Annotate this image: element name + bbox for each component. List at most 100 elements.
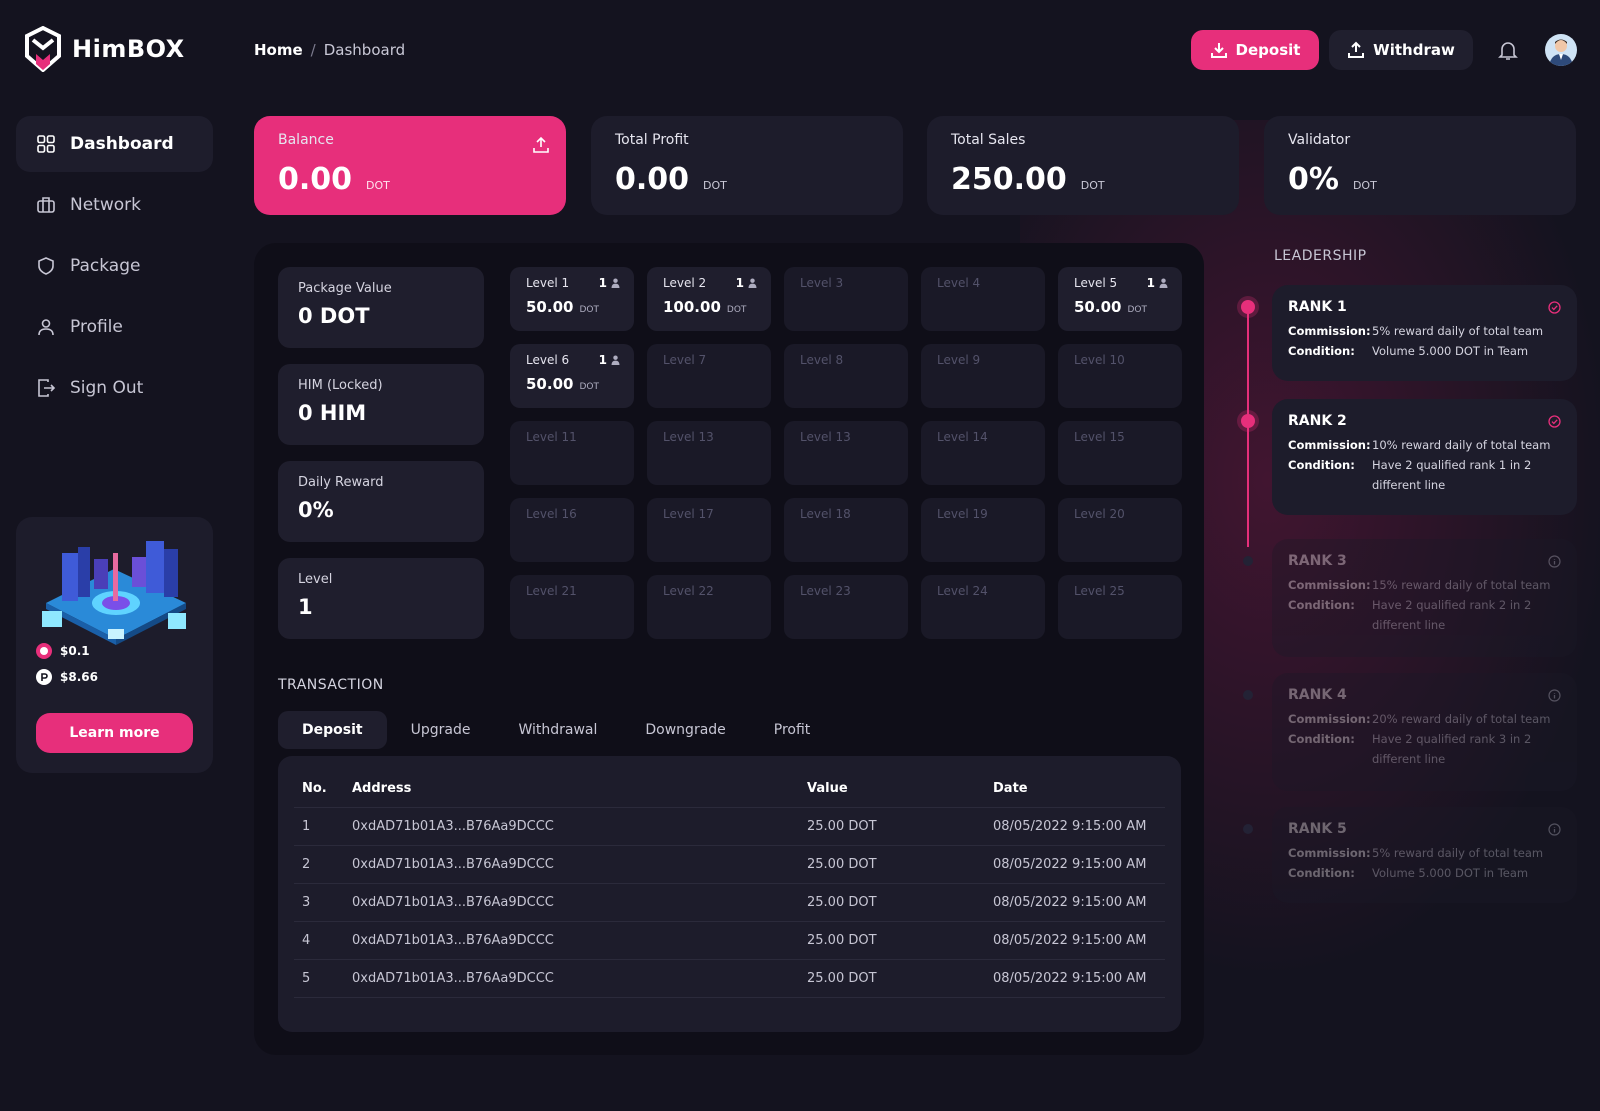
level-card[interactable]: Level 1 1 50.00 DOT — [510, 267, 634, 331]
level-card[interactable]: Level 13 — [784, 421, 908, 485]
breadcrumb: Home / Dashboard — [254, 41, 405, 59]
deposit-button[interactable]: Deposit — [1191, 30, 1319, 70]
level-card[interactable]: Level 15 — [1058, 421, 1182, 485]
rank-name: RANK 1 — [1288, 299, 1347, 315]
sidebar-item-network[interactable]: Network — [16, 177, 213, 233]
level-amount-unit: DOT — [579, 382, 599, 392]
bell-icon[interactable] — [1496, 38, 1520, 62]
cell-date: 08/05/2022 9:15:00 AM — [993, 933, 1147, 948]
cell-date: 08/05/2022 9:15:00 AM — [993, 895, 1147, 910]
breadcrumb-home[interactable]: Home — [254, 41, 303, 59]
info-icon — [1548, 689, 1561, 702]
person-icon — [611, 278, 620, 288]
level-card[interactable]: Level 3 — [784, 267, 908, 331]
info-label: Daily Reward — [298, 475, 384, 490]
table-row[interactable]: 1 0xdAD71b01A3...B76Aa9DCCC 25.00 DOT 08… — [294, 808, 1165, 846]
tab-profit[interactable]: Profit — [750, 711, 835, 749]
level-amount-value: 100.00 — [663, 298, 721, 316]
level-card[interactable]: Level 5 1 50.00 DOT — [1058, 267, 1182, 331]
level-card[interactable]: Level 25 — [1058, 575, 1182, 639]
tab-withdrawal[interactable]: Withdrawal — [494, 711, 621, 749]
tab-deposit[interactable]: Deposit — [278, 711, 387, 749]
cell-address: 0xdAD71b01A3...B76Aa9DCCC — [352, 971, 554, 986]
level-card[interactable]: Level 14 — [921, 421, 1045, 485]
sidebar-nav: Dashboard Network Package Profile Sign O… — [16, 116, 213, 421]
level-name: Level 23 — [800, 584, 851, 598]
stat-card-total-profit: Total Profit 0.00 DOT — [591, 116, 903, 215]
condition-label: Condition: — [1288, 458, 1355, 472]
withdraw-label: Withdraw — [1373, 41, 1455, 59]
level-name: Level 19 — [937, 507, 988, 521]
timeline-dot — [1241, 300, 1255, 314]
level-name: Level 11 — [526, 430, 577, 444]
info-card-him-locked: HIM (Locked) 0 HIM — [278, 364, 484, 445]
check-circle-icon — [1548, 301, 1561, 314]
rank-card[interactable]: RANK 5 Commission: 5% reward daily of tota… — [1272, 807, 1577, 903]
level-card[interactable]: Level 11 — [510, 421, 634, 485]
level-name: Level 4 — [937, 276, 981, 290]
level-name: Level 3 — [800, 276, 844, 290]
tab-downgrade[interactable]: Downgrade — [621, 711, 749, 749]
level-card[interactable]: Level 24 — [921, 575, 1045, 639]
level-card[interactable]: Level 21 — [510, 575, 634, 639]
learn-more-button[interactable]: Learn more — [36, 713, 193, 753]
promo-card: $0.1 $8.66 Learn more — [16, 517, 213, 773]
condition-value: Have 2 qualified rank 2 in 2 different l… — [1372, 598, 1532, 632]
withdraw-button[interactable]: Withdraw — [1329, 30, 1473, 70]
cell-value: 25.00 DOT — [807, 971, 877, 986]
info-value: 0 DOT — [298, 304, 370, 328]
timeline-dot — [1243, 824, 1253, 834]
commission-value: 5% reward daily of total team — [1372, 846, 1544, 860]
level-card[interactable]: Level 23 — [784, 575, 908, 639]
sidebar-item-profile[interactable]: Profile — [16, 299, 213, 355]
level-card[interactable]: Level 6 1 50.00 DOT — [510, 344, 634, 408]
level-card[interactable]: Level 13 — [647, 421, 771, 485]
level-card[interactable]: Level 8 — [784, 344, 908, 408]
cell-no: 5 — [302, 971, 311, 986]
avatar[interactable] — [1545, 34, 1577, 66]
user-icon — [38, 319, 54, 336]
cell-date: 08/05/2022 9:15:00 AM — [993, 819, 1147, 834]
level-card[interactable]: Level 2 1 100.00 DOT — [647, 267, 771, 331]
rank-card[interactable]: RANK 1 Commission: 5% reward daily of tota… — [1272, 285, 1577, 381]
logout-icon — [38, 379, 56, 397]
level-card[interactable]: Level 17 — [647, 498, 771, 562]
cell-date: 08/05/2022 9:15:00 AM — [993, 857, 1147, 872]
table-row[interactable]: 2 0xdAD71b01A3...B76Aa9DCCC 25.00 DOT 08… — [294, 846, 1165, 884]
table-row[interactable]: 5 0xdAD71b01A3...B76Aa9DCCC 25.00 DOT 08… — [294, 960, 1165, 998]
condition-value: Volume 5.000 DOT in Team — [1372, 344, 1529, 358]
logo[interactable]: HimBOX — [24, 26, 185, 72]
level-card[interactable]: Level 16 — [510, 498, 634, 562]
cell-no: 2 — [302, 857, 311, 872]
level-card[interactable]: Level 18 — [784, 498, 908, 562]
isometric-city-illustration — [42, 541, 186, 645]
level-card[interactable]: Level 9 — [921, 344, 1045, 408]
level-card[interactable]: Level 19 — [921, 498, 1045, 562]
transaction-title: TRANSACTION — [278, 677, 384, 693]
level-card[interactable]: Level 22 — [647, 575, 771, 639]
rank-card[interactable]: RANK 2 Commission: 10% reward daily of tot… — [1272, 399, 1577, 515]
tab-upgrade[interactable]: Upgrade — [387, 711, 495, 749]
stat-label: Total Sales — [951, 132, 1026, 148]
rank-card[interactable]: RANK 3 Commission: 15% reward daily of tot… — [1272, 539, 1577, 657]
sidebar-item-package[interactable]: Package — [16, 238, 213, 294]
level-name: Level 20 — [1074, 507, 1125, 521]
table-row[interactable]: 3 0xdAD71b01A3...B76Aa9DCCC 25.00 DOT 08… — [294, 884, 1165, 922]
leadership-title: LEADERSHIP — [1274, 248, 1367, 264]
level-card[interactable]: Level 20 — [1058, 498, 1182, 562]
member-count-value: 1 — [598, 276, 607, 290]
level-name: Level 16 — [526, 507, 577, 521]
condition-value: Volume 5.000 DOT in Team — [1372, 866, 1529, 880]
level-card[interactable]: Level 4 — [921, 267, 1045, 331]
sidebar-item-sign-out[interactable]: Sign Out — [16, 360, 213, 416]
level-card[interactable]: Level 7 — [647, 344, 771, 408]
info-value: 1 — [298, 595, 313, 619]
sidebar-item-dashboard[interactable]: Dashboard — [16, 116, 213, 172]
rank-card[interactable]: RANK 4 Commission: 20% reward daily of tot… — [1272, 673, 1577, 791]
table-row[interactable]: 4 0xdAD71b01A3...B76Aa9DCCC 25.00 DOT 08… — [294, 922, 1165, 960]
commission-value: 20% reward daily of total team — [1372, 712, 1551, 726]
briefcase-icon — [37, 197, 55, 213]
upload-icon[interactable] — [532, 136, 550, 154]
level-card[interactable]: Level 10 — [1058, 344, 1182, 408]
dot-price: $8.66 — [60, 670, 98, 684]
